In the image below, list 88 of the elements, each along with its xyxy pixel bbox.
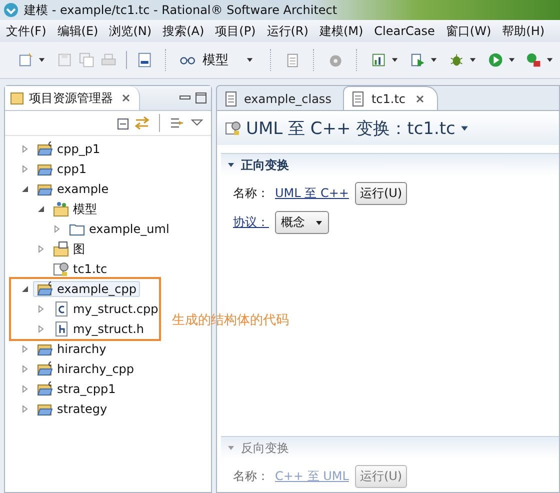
transform-icon — [225, 120, 241, 136]
diagram-folder-icon — [53, 241, 69, 257]
expanded-arrow-icon — [227, 444, 235, 452]
document-icon — [350, 90, 366, 106]
collapsed-arrow-icon[interactable] — [21, 165, 29, 173]
explorer-tab[interactable]: 项目资源管理器 — [5, 86, 140, 110]
new-file-icon[interactable] — [18, 52, 34, 68]
collapsed-arrow-icon[interactable] — [37, 325, 45, 333]
menu-item[interactable]: 窗口(W) — [446, 22, 492, 40]
name-label: 名称： — [233, 468, 269, 485]
bug-icon[interactable] — [448, 52, 464, 68]
caret-icon[interactable] — [460, 124, 470, 132]
caret-icon[interactable] — [246, 56, 254, 64]
cpp-project-icon — [37, 361, 53, 377]
chart-icon[interactable] — [371, 52, 386, 68]
expanded-arrow-icon — [227, 161, 235, 169]
app-icon — [3, 2, 19, 18]
tree-item[interactable]: hirarchy — [33, 341, 110, 357]
caret-icon — [315, 218, 323, 226]
tree-item[interactable]: hirarchy_cpp — [33, 361, 138, 377]
menu-item[interactable]: ClearCase — [374, 24, 435, 38]
external-tool-icon[interactable] — [526, 52, 542, 68]
explorer-title: 项目资源管理器 — [29, 90, 113, 106]
menu-item[interactable]: 文件(F) — [6, 22, 46, 40]
expanded-arrow-icon[interactable] — [21, 285, 29, 293]
tree-item[interactable]: example_cpp — [33, 281, 140, 297]
editor-tab[interactable]: example_class — [217, 87, 344, 110]
collapsed-arrow-icon[interactable] — [37, 245, 45, 253]
cpp-project-icon — [37, 281, 53, 297]
perspective-label[interactable]: 模型 — [202, 51, 229, 69]
cpp-project-icon — [37, 141, 53, 157]
run-button[interactable]: 运行(U) — [354, 182, 408, 205]
binary-file-icon[interactable] — [137, 52, 152, 68]
tree-item[interactable]: cpp1 — [33, 161, 90, 177]
collapsed-arrow-icon[interactable] — [37, 305, 45, 313]
name-label: 名称： — [233, 185, 269, 202]
cpp-project-icon — [37, 381, 53, 397]
tree-item[interactable]: 模型 — [49, 201, 101, 217]
tree-item[interactable]: tc1.tc — [49, 261, 112, 277]
menu-item[interactable]: 项目(P) — [215, 22, 256, 40]
document-icon — [223, 90, 239, 106]
editor-tab[interactable]: tc1.tc — [343, 86, 438, 110]
caret-icon[interactable] — [391, 56, 400, 64]
caret-icon[interactable] — [430, 56, 438, 64]
tree-item[interactable]: my_struct.cpp — [49, 301, 162, 317]
tree-item[interactable]: example — [33, 181, 113, 197]
caret-icon[interactable] — [468, 56, 477, 64]
expanded-arrow-icon[interactable] — [37, 205, 45, 213]
collapsed-arrow-icon[interactable] — [21, 145, 29, 153]
tree-item[interactable]: cpp_p1 — [33, 141, 104, 157]
menu-item[interactable]: 搜索(A) — [162, 22, 204, 40]
collapsed-arrow-icon[interactable] — [21, 345, 29, 353]
caret-icon[interactable] — [38, 56, 46, 64]
caret-icon[interactable] — [546, 56, 554, 64]
menu-item[interactable]: 建模(M) — [319, 22, 364, 40]
folder-icon — [9, 90, 25, 106]
annotation-text: 生成的结构体的代码 — [172, 312, 289, 329]
h-file-icon — [53, 321, 69, 337]
collapsed-arrow-icon[interactable] — [21, 385, 29, 393]
protocol-dropdown[interactable]: 概念 — [275, 211, 329, 234]
close-icon[interactable] — [121, 93, 131, 103]
transform-link[interactable]: UML 至 C++ — [275, 185, 349, 202]
section-header[interactable]: 正向变换 — [221, 153, 559, 176]
expanded-arrow-icon[interactable] — [21, 185, 29, 193]
maximize-icon[interactable] — [195, 92, 207, 104]
collapsed-arrow-icon[interactable] — [21, 365, 29, 373]
editor-heading: UML 至 C++ 变换：tc1.tc — [246, 118, 456, 140]
menu-item[interactable]: 运行(R) — [266, 22, 308, 40]
transform-file-icon — [53, 261, 69, 277]
model-folder-icon — [53, 201, 69, 217]
tree-item[interactable]: stra_cpp1 — [33, 381, 120, 397]
collapsed-arrow-icon[interactable] — [21, 405, 29, 413]
window-title: 建模 - example/tc1.tc - Rational® Software Architect — [24, 2, 338, 18]
menu-item[interactable]: 编辑(E) — [57, 22, 98, 40]
clipboard-icon[interactable] — [285, 52, 300, 68]
tree-item[interactable]: example_uml — [65, 221, 174, 237]
tree-item[interactable]: my_struct.h — [49, 321, 148, 337]
c-file-icon — [53, 301, 69, 317]
tree-item[interactable]: strategy — [33, 401, 112, 417]
close-icon[interactable] — [414, 94, 425, 104]
menu-item[interactable]: 帮助(H) — [502, 22, 545, 40]
run-list-icon[interactable] — [410, 52, 426, 68]
protocol-link[interactable]: 协议： — [233, 214, 269, 231]
tree-item[interactable]: 图 — [49, 241, 89, 257]
collapsed-arrow-icon[interactable] — [53, 225, 61, 233]
caret-icon[interactable] — [508, 56, 516, 64]
menu-item[interactable]: 浏览(N) — [109, 22, 152, 40]
run-icon[interactable] — [488, 52, 503, 68]
